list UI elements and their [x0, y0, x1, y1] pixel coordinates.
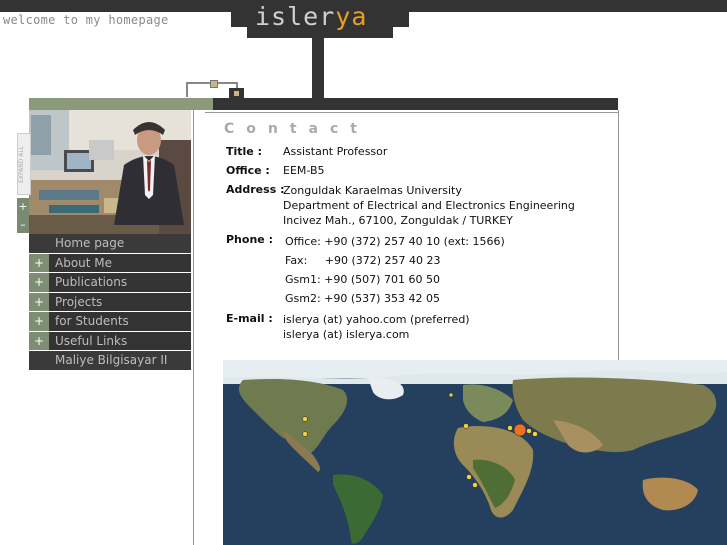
expand-collapse-controls: + –	[17, 198, 29, 233]
content-top-bar	[213, 98, 618, 110]
expand-icon[interactable]: +	[29, 292, 49, 311]
address-line: Zonguldak Karaelmas University	[283, 184, 462, 197]
logo-accent-text: ya	[335, 2, 368, 31]
menu-item-label: for Students	[55, 314, 129, 328]
email-link[interactable]: islerya (at) yahoo.com (preferred)	[283, 313, 470, 326]
menu-item-label: Home page	[55, 236, 125, 250]
decor-plug-light	[234, 91, 239, 96]
expand-icon[interactable]: +	[29, 312, 49, 331]
menu-item-label: Projects	[55, 294, 103, 309]
site-logo[interactable]: islerya	[255, 2, 367, 31]
email-link[interactable]: islerya (at) islerya.com	[283, 328, 409, 341]
menu-item-label: About Me	[55, 255, 113, 270]
welcome-text: welcome to my homepage	[3, 13, 169, 27]
menu-item-publications[interactable]: + Publications	[29, 273, 191, 293]
logo-pole	[312, 38, 324, 100]
contact-heading: Contact	[224, 121, 369, 137]
menu-item-links[interactable]: + Useful Links	[29, 331, 191, 351]
phone-line: Office: +90 (372) 257 40 10 (ext: 1566)	[285, 235, 505, 248]
menu-item-projects[interactable]: + Projects	[29, 292, 191, 312]
visitor-world-map	[223, 360, 727, 545]
decor-wire-node	[210, 80, 218, 88]
menu-item-about[interactable]: + About Me	[29, 253, 191, 273]
collapse-all-button[interactable]: –	[17, 216, 29, 233]
address-label: Address :	[226, 183, 285, 196]
expand-icon[interactable]: +	[29, 273, 49, 292]
office-value: EEM-B5	[283, 164, 325, 177]
address-line: Incivez Mah., 67100, Zonguldak / TURKEY	[283, 214, 513, 227]
menu-item-label: Publications	[55, 275, 128, 289]
phone-label: Phone :	[226, 233, 273, 246]
content-top-line	[205, 112, 618, 113]
side-menu: Home page + About Me + Publications + Pr…	[29, 234, 191, 371]
menu-item-students[interactable]: + for Students	[29, 312, 191, 332]
menu-item-home[interactable]: Home page	[29, 234, 191, 254]
fax-line: Fax: +90 (372) 257 40 23	[285, 254, 441, 267]
title-value: Assistant Professor	[283, 145, 388, 158]
logo-main-text: isler	[255, 2, 336, 31]
address-line: Department of Electrical and Electronics…	[283, 199, 575, 212]
menu-item-label: Useful Links	[55, 333, 128, 348]
menu-item-maliye[interactable]: Maliye Bilgisayar II	[29, 351, 191, 371]
menu-item-label: Maliye Bilgisayar II	[55, 353, 168, 367]
content-frame-lower	[193, 360, 194, 545]
decor-wire-left	[186, 82, 188, 97]
photo-top-bar	[29, 98, 213, 110]
expand-icon[interactable]: +	[29, 253, 49, 272]
office-label: Office :	[226, 164, 270, 177]
phone-line: Gsm1: +90 (507) 701 60 50	[285, 273, 440, 286]
email-label: E-mail :	[226, 312, 273, 325]
profile-photo	[29, 110, 191, 235]
phone-line: Gsm2: +90 (537) 353 42 05	[285, 292, 440, 305]
expand-icon[interactable]: +	[29, 331, 49, 350]
expand-all-tab[interactable]: EXPAND ALL	[17, 133, 31, 195]
expand-all-button[interactable]: +	[17, 198, 29, 215]
title-label: Title :	[226, 145, 262, 158]
